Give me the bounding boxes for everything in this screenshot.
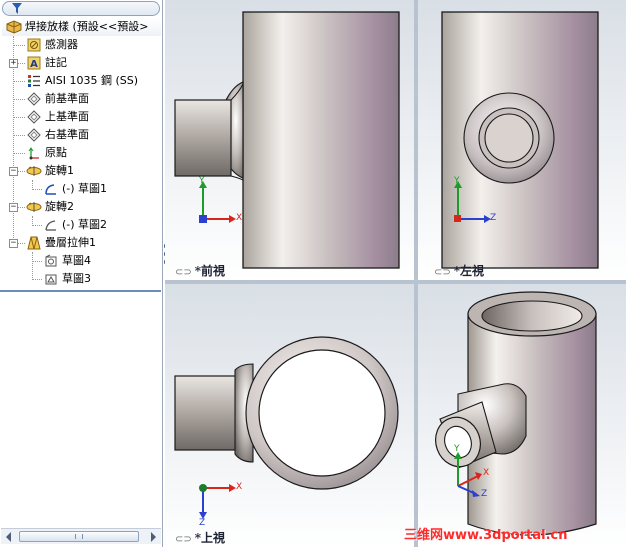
tree-item-sketch3[interactable]: 草圖3 bbox=[0, 270, 160, 288]
sketch-icon bbox=[44, 254, 58, 268]
triad-z-label: Z bbox=[490, 213, 497, 223]
scrollbar-thumb[interactable] bbox=[19, 531, 139, 542]
tree-filter-bar[interactable] bbox=[2, 1, 160, 16]
tree-item-sketch2[interactable]: (-) 草圖2 bbox=[0, 216, 160, 234]
expand-icon[interactable]: + bbox=[9, 59, 18, 68]
tree-item-sensors[interactable]: 感測器 bbox=[0, 36, 160, 54]
plane-icon bbox=[27, 128, 41, 142]
feature-manager-tree: 焊接放樣 (預設<<預設> 感測器 + A 註記 AISI 1035 鋼 (SS… bbox=[0, 0, 163, 547]
revolve-icon bbox=[26, 200, 42, 214]
front-view-model bbox=[174, 11, 400, 269]
tree-bottom-separator bbox=[0, 290, 161, 292]
tree-item-revolve2[interactable]: − 旋轉2 bbox=[0, 198, 160, 216]
plane-icon bbox=[27, 110, 41, 124]
scroll-right-icon[interactable] bbox=[151, 532, 156, 542]
tree-root-part[interactable]: 焊接放樣 (預設<<預設> bbox=[2, 18, 161, 36]
revolve-icon bbox=[26, 164, 42, 178]
viewport-label-left[interactable]: ⊂⊃ *左視 bbox=[434, 262, 484, 279]
triad-z-label: Z bbox=[199, 518, 206, 528]
svg-text:A: A bbox=[30, 59, 38, 70]
tree-item-origin[interactable]: 原點 bbox=[0, 144, 160, 162]
tree-item-label: 草圖3 bbox=[62, 272, 91, 285]
tree-item-label: 原點 bbox=[45, 146, 67, 159]
part-icon bbox=[6, 20, 22, 34]
tree-item-label: 上基準面 bbox=[45, 110, 89, 123]
tree-item-label: 旋轉1 bbox=[45, 164, 74, 177]
axis-triad-icon bbox=[199, 484, 236, 519]
tree-item-annotations[interactable]: + A 註記 bbox=[0, 54, 160, 72]
scroll-left-icon[interactable] bbox=[6, 532, 11, 542]
triad-y-label: Y bbox=[454, 176, 460, 186]
tree-item-sketch4[interactable]: 草圖4 bbox=[0, 252, 160, 270]
triad-x-label: X bbox=[236, 213, 243, 223]
sketch-icon bbox=[44, 272, 58, 286]
tree-item-label: 旋轉2 bbox=[45, 200, 74, 213]
tree-item-label: 前基準面 bbox=[45, 92, 89, 105]
collapse-icon[interactable]: − bbox=[9, 203, 18, 212]
viewport-label-top[interactable]: ⊂⊃ *上視 bbox=[175, 529, 225, 546]
tree-item-label: 感測器 bbox=[45, 38, 78, 51]
triad-x-label: X bbox=[236, 482, 243, 492]
triad-x-label: X bbox=[483, 468, 490, 478]
link-icon[interactable]: ⊂⊃ bbox=[434, 267, 451, 278]
tree-item-sketch1[interactable]: (-) 草圖1 bbox=[0, 180, 160, 198]
viewport-front[interactable]: Y X ⊂⊃ *前視 bbox=[165, 0, 414, 280]
triad-z-label: Z bbox=[481, 489, 488, 499]
tree-item-label: (-) 草圖2 bbox=[62, 218, 108, 231]
viewport-top[interactable]: X Z ⊂⊃ *上視 bbox=[165, 284, 414, 547]
origin-icon bbox=[27, 146, 41, 160]
tree-item-label: AISI 1035 鋼 (SS) bbox=[45, 74, 139, 87]
top-view-model bbox=[174, 336, 399, 519]
watermark: 三维网www.3dportal.cn bbox=[404, 528, 568, 543]
tree-item-material[interactable]: AISI 1035 鋼 (SS) bbox=[0, 72, 160, 90]
tree-item-top-plane[interactable]: 上基準面 bbox=[0, 108, 160, 126]
tree-root-label: 焊接放樣 (預設<<預設> bbox=[25, 20, 149, 33]
triad-y-label: Y bbox=[454, 444, 460, 454]
plane-icon bbox=[27, 92, 41, 106]
tree-item-label: 右基準面 bbox=[45, 128, 89, 141]
annotation-icon: A bbox=[27, 56, 41, 70]
tree-item-front-plane[interactable]: 前基準面 bbox=[0, 90, 160, 108]
viewport-left[interactable]: Y Z ⊂⊃ *左視 bbox=[418, 0, 626, 280]
tree-horizontal-scrollbar[interactable] bbox=[1, 528, 161, 544]
collapse-icon[interactable]: − bbox=[9, 239, 18, 248]
tree-item-revolve1[interactable]: − 旋轉1 bbox=[0, 162, 160, 180]
axis-triad-icon bbox=[199, 181, 236, 223]
collapse-icon[interactable]: − bbox=[9, 167, 18, 176]
tree-item-label: (-) 草圖1 bbox=[62, 182, 108, 195]
tree-item-right-plane[interactable]: 右基準面 bbox=[0, 126, 160, 144]
viewport-label-front[interactable]: ⊂⊃ *前視 bbox=[175, 262, 225, 279]
triad-y-label: Y bbox=[199, 176, 205, 186]
link-icon[interactable]: ⊂⊃ bbox=[175, 267, 192, 278]
tree-item-loft1[interactable]: − 疊層拉伸1 bbox=[0, 234, 160, 252]
viewport-isometric[interactable]: Y X Z bbox=[418, 284, 626, 547]
tree-item-label: 疊層拉伸1 bbox=[45, 236, 96, 249]
funnel-icon[interactable] bbox=[12, 3, 22, 17]
link-icon[interactable]: ⊂⊃ bbox=[175, 534, 192, 545]
tree-item-label: 註記 bbox=[45, 56, 67, 69]
material-icon bbox=[27, 74, 41, 88]
sketch-icon bbox=[44, 218, 58, 232]
loft-icon bbox=[26, 236, 41, 250]
sketch-icon bbox=[44, 182, 58, 196]
tree-item-label: 草圖4 bbox=[62, 254, 91, 267]
sensor-icon bbox=[27, 38, 41, 52]
left-view-model bbox=[441, 11, 599, 269]
isometric-view-model bbox=[435, 291, 597, 536]
